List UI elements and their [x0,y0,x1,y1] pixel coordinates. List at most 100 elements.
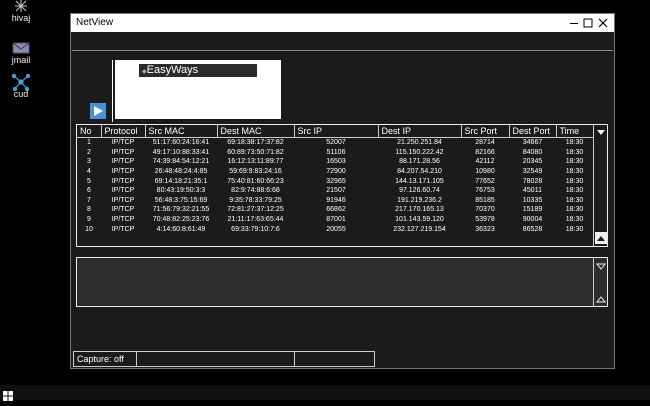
logo-panel: ◆EasyWays [115,60,281,119]
scroll-top-icon[interactable] [595,126,607,138]
table-cell: 70370 [475,206,495,214]
start-icon[interactable] [3,388,13,401]
table-cell: 76753 [475,187,495,195]
title-bar[interactable]: NetView [71,14,614,32]
column-header[interactable]: Dest IP [378,125,462,138]
table-row[interactable]: 10 IP/TCP 4:14:60:8:61:49 69:33:79:10:7:6 20… [77,224,593,234]
column-header[interactable]: No [77,125,102,138]
packet-detail-pane[interactable] [76,257,608,307]
table-row[interactable]: 6 IP/TCP 80:43:19:50:3:3 82:9:74:88:6:68 215… [77,186,593,196]
table-cell: 90004 [522,216,543,224]
table-cell: 18:30 [565,225,584,233]
column-header[interactable]: Src IP [294,125,379,138]
app-logo: ◆EasyWays [139,64,257,77]
desktop-icon-hivaj[interactable]: hivaj [0,0,42,23]
table-cell: 21.250.251.84 [397,139,442,147]
table-cell: 18:30 [565,177,584,185]
column-header[interactable]: Src Port [461,125,510,138]
scroll-up-icon[interactable] [595,232,607,244]
column-header[interactable]: Time [556,125,594,138]
table-cell: 8 [87,206,91,214]
table-cell: 77652 [475,177,495,185]
table-cell: IP/TCP [111,196,135,204]
scroll-down-icon[interactable] [595,260,607,272]
column-header[interactable]: Dest Port [509,125,557,138]
table-cell: 36323 [475,225,495,233]
taskbar [0,385,650,401]
status-bar: Capture: off [73,351,375,367]
mail-icon [12,42,30,54]
start-capture-button[interactable] [90,103,106,119]
table-cell: 53978 [475,216,495,224]
maximize-icon[interactable] [581,16,595,30]
table-row[interactable]: 9 IP/TCP 70:48:82:25:23:76 21:11:17:63:65:4… [77,215,593,225]
table-cell: 217.170.165.13 [395,206,444,214]
table-cell: 66862 [326,206,346,214]
packet-grid: No Protocol Src MAC Dest MAC Src IP Dest IP Sr… [77,125,594,234]
detail-scrollbar[interactable] [593,258,608,306]
table-cell: 21507 [326,187,346,195]
table-cell: 18:30 [565,196,584,204]
table-cell: 91946 [326,196,346,204]
table-cell: 15189 [522,206,543,214]
table-cell: 49:17:10:88:33:41 [152,148,210,156]
scroll-up-icon[interactable] [595,292,607,304]
capture-status: Capture: off [77,354,124,364]
table-row[interactable]: 7 IP/TCP 56:48:3:75:15:69 9:35:78:33:79:25 9… [77,196,593,206]
table-cell: IP/TCP [111,187,135,195]
desktop-icon-jmail[interactable]: jmail [0,42,42,65]
table-cell: 144.13.171.105 [395,177,444,185]
table-cell: 20345 [522,158,543,166]
table-cell: 1 [87,139,91,147]
table-cell: 18:30 [565,158,584,166]
table-cell: 191.219.236.2 [397,196,442,204]
close-icon[interactable] [596,16,610,30]
table-cell: 72900 [326,168,346,176]
desktop-icon-label: jmail [11,55,31,65]
table-row[interactable]: 1 IP/TCP 51:17:60:24:16:41 69:18:38:17:37:8… [77,138,593,148]
table-cell: 71:56:79:32:21:55 [152,206,210,214]
table-cell: 75:40:81:60:66:23 [227,177,284,185]
table-cell: 51:17:60:24:16:41 [152,139,210,147]
table-cell: 10980 [475,168,495,176]
table-row[interactable]: 5 IP/TCP 69:14:18:21:35:1 75:40:81:60:66:23… [77,176,593,186]
table-cell: 32549 [522,168,543,176]
column-header[interactable]: Src MAC [145,125,218,138]
desktop-icon-cud[interactable]: cud [0,73,42,99]
table-cell: 70:48:82:25:23:76 [152,216,210,224]
table-cell: IP/TCP [111,148,135,156]
table-scrollbar[interactable] [593,125,608,246]
table-cell: 72:81:27:37:12:25 [227,206,284,214]
table-cell: 18:30 [565,148,584,156]
table-cell: 52007 [326,139,346,147]
minimize-icon[interactable] [567,16,581,30]
table-row[interactable]: 8 IP/TCP 71:56:79:32:21:55 72:81:27:37:12:2… [77,205,593,215]
column-header[interactable]: Protocol [101,125,146,138]
table-cell: 16:12:13:11:89:77 [227,158,284,166]
column-header[interactable]: Dest MAC [217,125,295,138]
table-cell: 26:48:48:24:4:85 [154,168,208,176]
table-cell: IP/TCP [111,216,135,224]
toolbar-divider [72,50,613,51]
table-row[interactable]: 3 IP/TCP 74:39:84:54:12:21 16:12:13:11:89:7… [77,157,593,167]
table-cell: 59:69:9:83:24:16 [229,168,282,176]
table-cell: 78028 [522,177,543,185]
table-cell: 10 [85,225,93,233]
table-cell: 82166 [475,148,495,156]
table-cell: 69:14:18:21:35:1 [154,177,208,185]
toolbar-separator [112,60,113,122]
table-cell: 4 [87,168,91,176]
table-cell: 69:33:79:10:7:6 [231,225,280,233]
table-cell: 69:18:38:17:37:82 [227,139,284,147]
logo-text: EasyWays [146,64,199,76]
table-cell: 51106 [326,148,346,156]
table-cell: IP/TCP [111,225,135,233]
table-cell: 97.126.60.74 [399,187,440,195]
table-row[interactable]: 2 IP/TCP 49:17:10:88:33:41 60:89:73:50:71:8… [77,148,593,158]
table-cell: 7 [87,196,91,204]
status-field-2 [137,352,295,366]
desktop-icon-label: cud [13,89,29,99]
table-cell: 84080 [522,148,543,156]
table-row[interactable]: 4 IP/TCP 26:48:48:24:4:85 59:69:9:83:24:16 7… [77,167,593,177]
table-cell: 45011 [523,187,542,195]
